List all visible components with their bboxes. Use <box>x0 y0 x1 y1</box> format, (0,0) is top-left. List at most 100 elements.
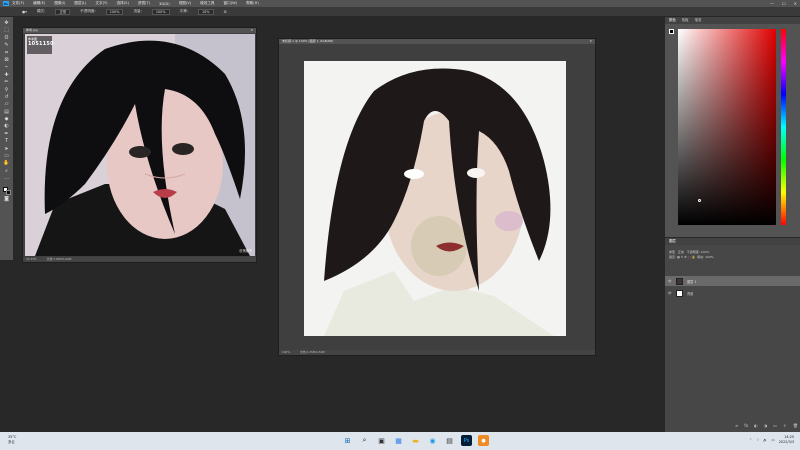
stamp-tool-icon[interactable]: ⚲ <box>3 87 10 93</box>
painting-tab-title: 未标题-1 @ 100% (图层 1, RGB/8#) <box>282 39 334 43</box>
network-icon[interactable]: ⌔ <box>756 438 759 443</box>
color-picker-cursor[interactable] <box>698 199 701 202</box>
close-icon[interactable]: ✕ <box>794 1 797 6</box>
tab-swatches[interactable]: 色板 <box>682 17 689 24</box>
weather-widget[interactable]: 35°C 多云 <box>8 435 16 445</box>
menu-3d[interactable]: 3D(D) <box>159 2 170 6</box>
new-layer-icon[interactable]: ＋ <box>783 423 787 429</box>
minimize-icon[interactable]: — <box>770 1 774 6</box>
healing-tool-icon[interactable]: ✚ <box>3 72 10 78</box>
fill-input[interactable]: 100% <box>705 255 714 259</box>
opacity-input[interactable]: 100% <box>105 8 124 15</box>
menu-image[interactable]: 图像(I) <box>54 1 65 6</box>
visibility-eye-icon[interactable]: 👁 <box>668 291 672 295</box>
hand-tool-icon[interactable]: ✋ <box>3 160 10 166</box>
maximize-icon[interactable]: ☐ <box>782 1 786 6</box>
menu-filter[interactable]: 滤镜(T) <box>138 1 150 6</box>
painting-tab[interactable]: 未标题-1 @ 100% (图层 1, RGB/8#) ✕ <box>279 39 595 44</box>
layer-kind-filter[interactable]: 类型 <box>669 250 675 254</box>
trash-icon[interactable]: 🗑 <box>793 423 798 429</box>
battery-icon[interactable]: ▭ <box>772 438 775 442</box>
mode-select[interactable]: 正常 <box>55 8 71 15</box>
painting-document-window[interactable]: 未标题-1 @ 100% (图层 1, RGB/8#) ✕ 100% 文档:2.… <box>278 38 596 356</box>
move-tool-icon[interactable]: ✥ <box>3 20 10 26</box>
layer-opacity-input[interactable]: 100% <box>701 250 710 254</box>
menu-window[interactable]: 窗口(W) <box>224 1 238 6</box>
menu-view[interactable]: 视图(V) <box>179 1 191 6</box>
settings-gear-icon[interactable]: ⚙ <box>224 10 227 14</box>
edge-browser-icon[interactable]: ◉ <box>427 435 438 446</box>
layer-row-layer1[interactable]: 👁 图层 1 <box>665 276 800 286</box>
reference-zoom[interactable]: 33.33% <box>26 257 37 262</box>
quick-mask-icon[interactable]: ◙ <box>3 196 10 202</box>
shape-tool-icon[interactable]: ▭ <box>3 153 10 159</box>
windows-start-icon[interactable]: ⊞ <box>342 435 353 446</box>
frame-tool-icon[interactable]: ⊠ <box>3 57 10 63</box>
file-explorer-icon[interactable]: ▬ <box>410 435 421 446</box>
menu-plugins[interactable]: 增效工具 <box>200 1 214 6</box>
tab-gradients[interactable]: 渐变 <box>695 17 702 24</box>
reference-close-icon[interactable]: ✕ <box>250 28 253 33</box>
painting-canvas[interactable] <box>304 61 566 336</box>
zoom-tool-icon[interactable]: ⌕ <box>3 168 10 174</box>
lock-icons[interactable]: ▦ ✎ ✥ ⬚ 🔒 <box>677 255 695 259</box>
brush-tool-icon[interactable]: ✏ <box>3 79 10 85</box>
background-color[interactable] <box>5 189 11 195</box>
mask-icon[interactable]: ◐ <box>754 423 758 429</box>
type-tool-icon[interactable]: T <box>3 138 10 144</box>
opacity-label: 不透明度: <box>80 9 96 13</box>
menu-file[interactable]: 文件(F) <box>12 1 24 6</box>
quick-select-tool-icon[interactable]: ✎ <box>3 42 10 48</box>
flow-input[interactable]: 100% <box>151 8 170 15</box>
menu-type[interactable]: 文字(Y) <box>95 1 107 6</box>
crop-tool-icon[interactable]: ⌗ <box>3 50 10 56</box>
link-layers-icon[interactable]: ∞ <box>735 423 738 429</box>
reference-document-window[interactable]: 参考.jpg ✕ 参考图 1051150 @贪睡吧 33.33% 文档:3.00… <box>22 27 257 263</box>
clock[interactable]: 14:25 2022/3/3 <box>779 435 794 445</box>
task-view-icon[interactable]: ▣ <box>376 435 387 446</box>
layer-thumbnail <box>676 277 683 285</box>
tab-layers[interactable]: 图层 <box>669 238 676 245</box>
history-brush-tool-icon[interactable]: ↺ <box>3 94 10 100</box>
pen-tool-icon[interactable]: ✒ <box>3 131 10 137</box>
painting-close-icon[interactable]: ✕ <box>589 39 592 44</box>
brush-preset-icon[interactable]: ●▾ <box>22 10 27 14</box>
eraser-tool-icon[interactable]: ▱ <box>3 101 10 107</box>
recorder-app-icon[interactable]: ● <box>478 435 489 446</box>
visibility-eye-icon[interactable]: 👁 <box>668 279 672 283</box>
menu-layer[interactable]: 图层(L) <box>74 1 86 6</box>
smooth-input[interactable]: 10% <box>197 8 214 15</box>
gradient-tool-icon[interactable]: ▤ <box>3 109 10 115</box>
reference-tab[interactable]: 参考.jpg ✕ <box>23 28 256 33</box>
folder-icon[interactable]: ▭ <box>773 423 777 429</box>
tab-color[interactable]: 颜色 <box>669 17 676 24</box>
menu-help[interactable]: 帮助(H) <box>246 1 259 6</box>
system-tray: ⌃ ⌔ 🔈 ▭ 14:25 2022/3/3 <box>749 435 794 445</box>
fx-icon[interactable]: fx <box>744 423 748 429</box>
menu-select[interactable]: 选择(S) <box>117 1 129 6</box>
photoshop-taskbar-icon[interactable]: Ps <box>461 435 472 446</box>
dodge-tool-icon[interactable]: ◐ <box>3 123 10 129</box>
eyedropper-tool-icon[interactable]: ⌁ <box>3 64 10 70</box>
color-swatches[interactable] <box>2 186 11 195</box>
layer-row-background[interactable]: 👁 背景 <box>665 288 800 298</box>
hue-slider[interactable] <box>781 29 786 225</box>
volume-icon[interactable]: 🔈 <box>763 438 767 442</box>
search-icon[interactable]: ⌕ <box>359 435 370 446</box>
lasso-tool-icon[interactable]: ʘ <box>3 35 10 41</box>
menu-edit[interactable]: 编辑(E) <box>33 1 45 6</box>
layer-controls: 类型 正常 不透明度: 100% 锁定: ▦ ✎ ✥ ⬚ 🔒 填充: 100% <box>665 250 800 270</box>
blend-mode-select[interactable]: 正常 <box>678 250 684 254</box>
more-tools-icon[interactable]: … <box>3 175 10 181</box>
store-icon[interactable]: ▤ <box>444 435 455 446</box>
tools-panel: ✥ ⬚ ʘ ✎ ⌗ ⊠ ⌁ ✚ ✏ ⚲ ↺ ▱ ▤ ◆ ◐ ✒ T ➤ ▭ ✋ … <box>0 17 13 260</box>
current-color-swatch[interactable] <box>669 29 674 34</box>
tray-chevron-icon[interactable]: ⌃ <box>749 438 752 442</box>
widgets-icon[interactable]: ▦ <box>393 435 404 446</box>
painting-zoom[interactable]: 100% <box>282 350 290 355</box>
blur-tool-icon[interactable]: ◆ <box>3 116 10 122</box>
color-saturation-field[interactable] <box>678 29 776 225</box>
marquee-tool-icon[interactable]: ⬚ <box>3 27 10 33</box>
adjustment-icon[interactable]: ◑ <box>764 423 768 429</box>
path-select-tool-icon[interactable]: ➤ <box>3 146 10 152</box>
